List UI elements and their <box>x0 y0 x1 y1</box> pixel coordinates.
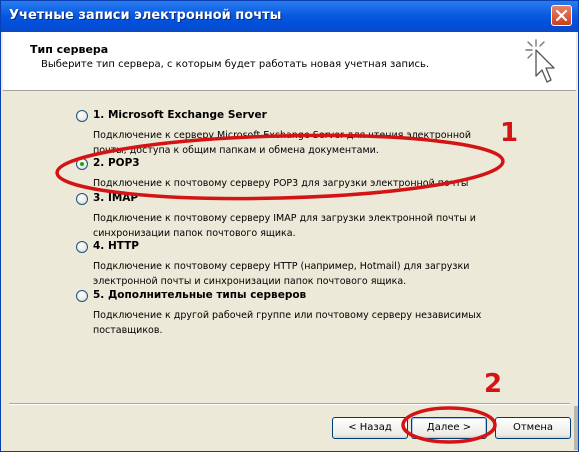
radio-http[interactable] <box>76 241 88 253</box>
title-bar[interactable]: Учетные записи электронной почты <box>1 1 578 32</box>
option-description: Подключение к почтовому серверу IMAP для… <box>93 213 476 239</box>
option-description: Подключение к почтовому серверу POP3 для… <box>93 178 469 189</box>
radio-exchange[interactable] <box>76 110 88 122</box>
option-description: Подключение к серверу Microsoft Exchange… <box>93 130 472 156</box>
option-label: 2. POP3 <box>93 157 140 169</box>
radio-other-servers[interactable] <box>76 290 88 302</box>
option-label: 5. Дополнительные типы серверов <box>93 289 307 301</box>
option-label: 3. IMAP <box>93 192 139 204</box>
window-edge <box>574 406 578 450</box>
close-button[interactable] <box>551 5 572 26</box>
option-description: Подключение к другой рабочей группе или … <box>93 310 482 336</box>
option-label: 1. Microsoft Exchange Server <box>93 109 267 121</box>
back-button[interactable]: < Назад <box>332 417 408 439</box>
annotation-marker-2: 2 <box>484 369 503 399</box>
cancel-button[interactable]: Отмена <box>495 417 571 439</box>
wizard-cursor-icon <box>525 39 555 83</box>
option-label: 4. HTTP <box>93 240 139 252</box>
window-title: Учетные записи электронной почты <box>9 8 282 23</box>
close-icon <box>556 10 567 21</box>
next-button[interactable]: Далее > <box>411 417 487 439</box>
radio-imap[interactable] <box>76 193 88 205</box>
page-title: Тип сервера <box>30 43 109 56</box>
option-description: Подключение к почтовому серверу HTTP (на… <box>93 261 470 287</box>
radio-pop3[interactable] <box>76 158 88 170</box>
page-subtitle: Выберите тип сервера, с которым будет ра… <box>41 59 430 70</box>
annotation-marker-1: 1 <box>500 118 519 148</box>
footer-separator <box>9 403 570 405</box>
wizard-header: Тип сервера Выберите тип сервера, с кото… <box>3 32 576 91</box>
